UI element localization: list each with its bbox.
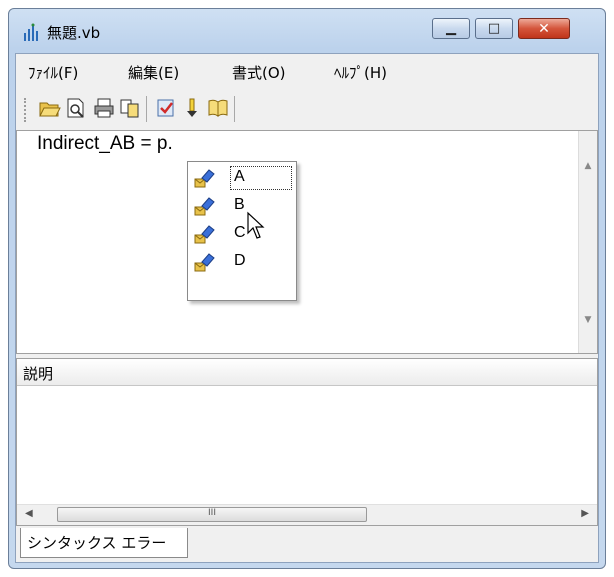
bottom-tabs: シンタックス エラー — [16, 528, 598, 562]
autocomplete-label: A — [234, 168, 245, 185]
open-folder-icon — [39, 102, 61, 117]
maximize-icon: □ — [487, 21, 501, 36]
mouse-cursor-icon — [247, 211, 265, 239]
editor-vertical-scrollbar[interactable]: ▲ ▼ — [578, 131, 597, 353]
scroll-right-icon[interactable]: ▶ — [581, 508, 589, 519]
menu-format[interactable]: 書式(O) — [232, 62, 286, 83]
tab-syntax-error[interactable]: シンタックス エラー — [20, 528, 188, 558]
client-area: ﾌｧｲﾙ(F) 編集(E) 書式(O) ﾍﾙﾌﾟ(H) Indirect_AB … — [15, 53, 599, 563]
run-pointer-icon — [187, 98, 197, 117]
menu-help[interactable]: ﾍﾙﾌﾟ(H) — [334, 62, 387, 83]
panel-header-label: 説明 — [23, 365, 54, 383]
print-preview-button[interactable] — [64, 96, 88, 120]
autocomplete-item-c[interactable]: C — [192, 222, 292, 248]
app-icon — [24, 23, 38, 41]
autocomplete-label: B — [234, 196, 245, 213]
scroll-left-icon[interactable]: ◀ — [25, 508, 33, 519]
tab-label: シンタックス エラー — [27, 534, 167, 552]
scroll-down-icon[interactable]: ▼ — [579, 311, 597, 329]
menu-bar: ﾌｧｲﾙ(F) 編集(E) 書式(O) ﾍﾙﾌﾟ(H) — [16, 54, 598, 90]
menu-edit[interactable]: 編集(E) — [128, 62, 179, 83]
autocomplete-label: C — [234, 224, 246, 241]
close-button[interactable]: ✕ — [518, 18, 570, 39]
scroll-thumb[interactable]: III — [57, 507, 367, 522]
panel-horizontal-scrollbar[interactable]: ◀ III ▶ — [17, 504, 597, 525]
run-button[interactable] — [180, 96, 204, 120]
check-document-icon — [157, 99, 174, 117]
property-icon — [194, 169, 215, 188]
copy-button[interactable] — [118, 96, 142, 120]
autocomplete-item-d[interactable]: D — [192, 250, 292, 276]
autocomplete-label: D — [234, 252, 246, 269]
autocomplete-item-b[interactable]: B — [192, 194, 292, 220]
property-icon — [194, 225, 215, 244]
app-window: 無題.vb ▁ □ ✕ ﾌｧｲﾙ(F) 編集(E) 書式(O) ﾍﾙﾌﾟ(H) — [8, 8, 606, 569]
toolbar — [16, 90, 598, 130]
window-title: 無題.vb — [47, 24, 101, 42]
help-book-icon — [208, 99, 228, 117]
help-button[interactable] — [206, 96, 230, 120]
print-icon — [94, 98, 114, 118]
close-icon: ✕ — [538, 20, 550, 37]
property-icon — [194, 253, 215, 272]
scroll-up-icon[interactable]: ▲ — [579, 157, 597, 175]
print-button[interactable] — [92, 96, 116, 120]
print-preview-icon — [67, 98, 84, 118]
panel-column-header[interactable]: 説明 — [17, 359, 597, 386]
scroll-grip-icon: III — [208, 508, 216, 518]
property-icon — [194, 197, 215, 216]
autocomplete-popup: A B C D — [187, 161, 297, 301]
check-button[interactable] — [154, 96, 178, 120]
autocomplete-item-a[interactable]: A — [192, 166, 292, 192]
title-bar[interactable]: 無題.vb ▁ □ ✕ — [9, 9, 605, 53]
toolbar-grip[interactable] — [24, 98, 28, 122]
menu-file[interactable]: ﾌｧｲﾙ(F) — [28, 62, 78, 83]
toolbar-separator — [146, 96, 147, 122]
toolbar-separator-end — [234, 96, 235, 122]
open-button[interactable] — [38, 96, 62, 120]
minimize-icon: ▁ — [446, 21, 456, 36]
code-line[interactable]: Indirect_AB = p. — [37, 133, 173, 155]
copy-icon — [120, 99, 139, 118]
minimize-button[interactable]: ▁ — [432, 18, 470, 39]
maximize-button[interactable]: □ — [475, 18, 513, 39]
code-editor[interactable]: Indirect_AB = p. ▲ ▼ A B C D — [16, 130, 598, 354]
description-panel: 説明 ◀ III ▶ — [16, 358, 598, 526]
